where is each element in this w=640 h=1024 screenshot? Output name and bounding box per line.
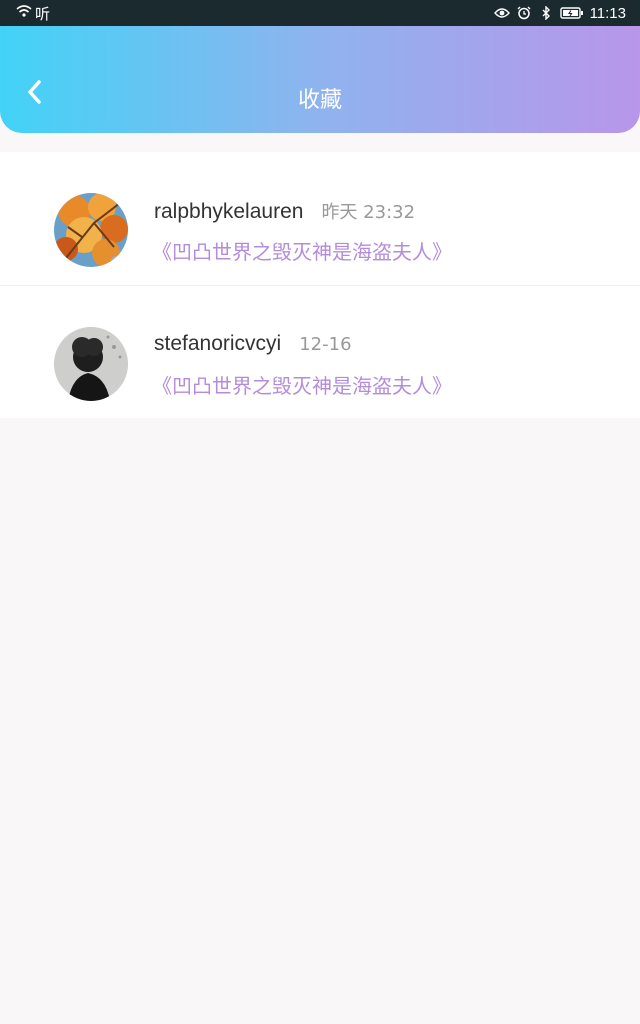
avatar[interactable] [54,327,128,401]
page-title: 收藏 [297,88,342,113]
favorites-list: ralpbhykelauren 昨天 23:32 《凹凸世界之毁灭神是海盗夫人》… [0,152,640,418]
book-title-link[interactable]: 《凹凸世界之毁灭神是海盗夫人》 [152,370,452,399]
status-right: 11:13 [493,4,626,22]
avatar[interactable] [54,193,128,267]
status-left-text: 听 [35,5,51,23]
name-row: stefanoricvcyi 12-16 [154,332,352,356]
username[interactable]: ralpbhykelauren [154,200,303,224]
favorite-item[interactable]: ralpbhykelauren 昨天 23:32 《凹凸世界之毁灭神是海盗夫人》 [0,152,640,285]
timestamp: 12-16 [299,334,352,355]
status-left: 听 [16,4,51,23]
status-bar: 听 11:13 [0,0,640,26]
username[interactable]: stefanoricvcyi [154,332,281,356]
autumn-leaves-avatar [54,193,128,267]
status-time: 11:13 [589,4,626,22]
eye-icon [493,5,510,21]
timestamp: 昨天 23:32 [321,202,416,223]
book-title-link[interactable]: 《凹凸世界之毁灭神是海盗夫人》 [152,236,452,265]
battery-icon [559,5,584,21]
wifi-icon [16,4,32,22]
favorite-item[interactable]: stefanoricvcyi 12-16 《凹凸世界之毁灭神是海盗夫人》 [0,285,640,418]
header: 收藏 [0,26,640,133]
silhouette-avatar [54,327,128,401]
alarm-icon [516,5,532,21]
name-row: ralpbhykelauren 昨天 23:32 [154,198,415,224]
bluetooth-icon [538,5,554,21]
